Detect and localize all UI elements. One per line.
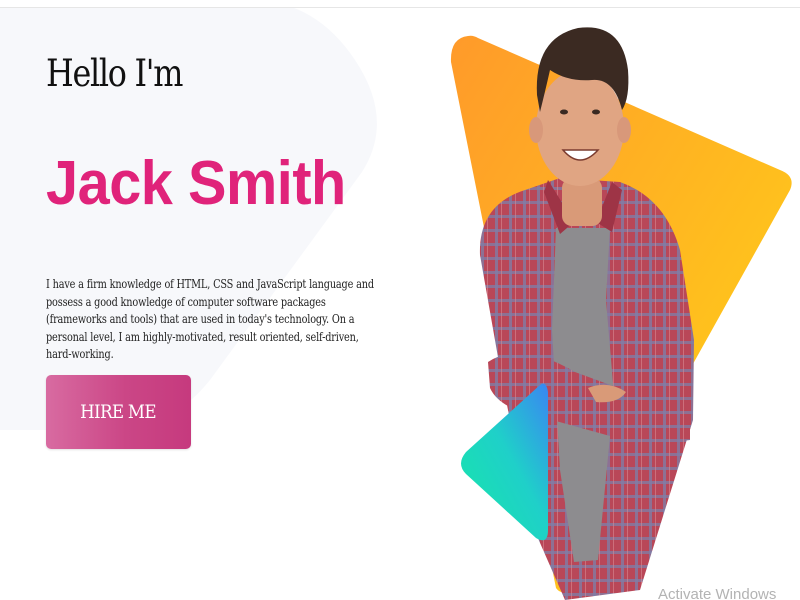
hero-intro: Hello I'm Jack Smith I have a firm knowl…: [0, 0, 440, 600]
activate-windows-watermark: Activate Windows: [658, 586, 777, 600]
top-border: [0, 0, 800, 8]
right-ear-shape: [617, 117, 631, 143]
left-eye-shape: [560, 109, 568, 115]
right-eye-shape: [592, 109, 600, 115]
name-heading: Jack Smith: [46, 149, 346, 218]
left-ear-shape: [529, 117, 543, 143]
face-shape: [536, 70, 624, 186]
portfolio-hero-page: Hello I'm Jack Smith I have a firm knowl…: [0, 0, 800, 600]
hero-illustration: [450, 27, 792, 600]
teal-triangle-shape: [461, 383, 548, 541]
bio-paragraph: I have a firm knowledge of HTML, CSS and…: [46, 277, 374, 361]
hire-me-label: HIRE ME: [80, 401, 157, 423]
hire-me-button[interactable]: HIRE ME: [46, 375, 191, 449]
greeting-heading: Hello I'm: [46, 52, 183, 95]
